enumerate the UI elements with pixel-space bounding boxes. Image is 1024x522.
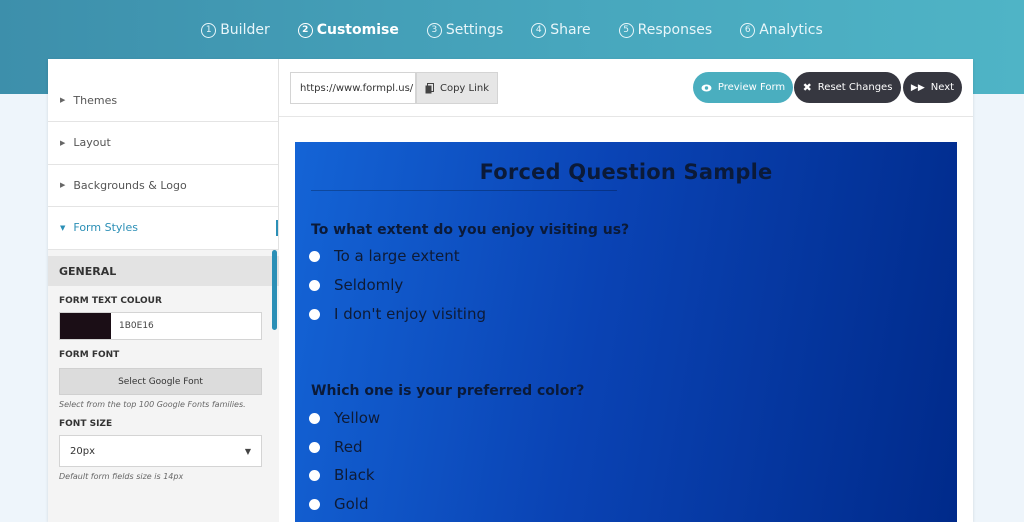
title-divider <box>311 190 617 191</box>
sidebar-item-label: Backgrounds & Logo <box>73 178 187 192</box>
sidebar-item-themes[interactable]: ▶ Themes <box>48 59 278 122</box>
sidebar-item-backgrounds-logo[interactable]: ▶ Backgrounds & Logo <box>48 165 278 207</box>
colour-swatch[interactable] <box>60 313 111 339</box>
caret-down-icon: ▼ <box>60 223 66 232</box>
preview-form-button[interactable]: Preview Form <box>693 72 793 103</box>
text-colour-picker[interactable]: 1B0E16 <box>59 312 262 340</box>
close-icon: ✖ <box>802 81 812 94</box>
step-share[interactable]: 4 Share <box>531 22 591 38</box>
font-size-hint: Default form fields size is 14px <box>59 472 184 481</box>
step-nav: 1 Builder 2 Customise 3 Settings 4 Share 5 Re… <box>0 22 1024 38</box>
colour-hex-value: 1B0E16 <box>119 321 154 331</box>
editor-card: ▶ Themes ▶ Layout ▶ Backgrounds & Logo ▼ For… <box>48 59 973 522</box>
fast-forward-icon: ▶▶ <box>910 82 925 93</box>
step-label: Responses <box>637 22 713 38</box>
font-size-label: FONT SIZE <box>59 419 113 429</box>
sidebar-item-label: Layout <box>73 136 111 150</box>
radio-button[interactable] <box>309 498 320 510</box>
caret-right-icon: ▶ <box>60 181 66 190</box>
question-1: To what extent do you enjoy visiting us? <box>311 222 630 238</box>
customise-sidebar: ▶ Themes ▶ Layout ▶ Backgrounds & Logo ▼ For… <box>48 59 279 522</box>
step-label: Analytics <box>759 22 823 38</box>
font-size-value: 20px <box>70 445 95 457</box>
form-styles-panel: GENERAL FORM TEXT COLOUR 1B0E16 FORM FON… <box>48 250 279 522</box>
radio-button[interactable] <box>309 469 320 481</box>
option-label: Seldomly <box>334 276 404 294</box>
radio-option[interactable]: Seldomly <box>309 276 403 294</box>
step-number: 4 <box>531 22 547 38</box>
preview-form-label: Preview Form <box>717 82 786 93</box>
step-label: Share <box>550 22 591 38</box>
next-label: Next <box>930 82 955 93</box>
caret-right-icon: ▶ <box>60 96 66 104</box>
step-builder[interactable]: 1 Builder <box>201 22 270 38</box>
eye-icon <box>701 84 712 91</box>
option-label: Red <box>334 438 363 456</box>
sidebar-item-layout[interactable]: ▶ Layout <box>48 122 278 165</box>
form-title: Forced Question Sample <box>479 160 773 184</box>
option-label: I don't enjoy visiting <box>334 305 486 323</box>
radio-option[interactable]: To a large extent <box>309 247 460 265</box>
sidebar-item-form-styles[interactable]: ▼ Form Styles <box>48 207 278 250</box>
preview-toolbar: https://www.formpl.us/ Copy Link Preview… <box>279 59 973 117</box>
form-preview: Forced Question Sample To what extent do… <box>295 142 957 522</box>
general-heading: GENERAL <box>48 256 279 286</box>
select-google-font-button[interactable]: Select Google Font <box>59 368 262 395</box>
copy-link-button[interactable]: Copy Link <box>416 72 498 104</box>
option-label: To a large extent <box>334 247 460 265</box>
radio-button[interactable] <box>309 279 320 291</box>
form-url-field[interactable]: https://www.formpl.us/ <box>290 72 416 104</box>
question-2: Which one is your preferred color? <box>311 383 585 399</box>
step-customise[interactable]: 2 Customise <box>297 22 399 38</box>
option-label: Yellow <box>334 409 381 427</box>
font-size-select[interactable]: 20px ▼ <box>59 435 262 467</box>
step-number: 2 <box>297 22 313 38</box>
option-label: Gold <box>334 495 369 513</box>
option-label: Black <box>334 466 375 484</box>
radio-button[interactable] <box>309 441 320 453</box>
text-colour-label: FORM TEXT COLOUR <box>59 296 162 306</box>
copy-icon <box>425 82 434 93</box>
step-settings[interactable]: 3 Settings <box>426 22 504 38</box>
chevron-down-icon: ▼ <box>244 446 251 456</box>
radio-button[interactable] <box>309 412 320 424</box>
preview-area: https://www.formpl.us/ Copy Link Preview… <box>279 59 973 522</box>
form-font-label: FORM FONT <box>59 350 120 360</box>
radio-option[interactable]: Red <box>309 438 363 456</box>
step-label: Settings <box>445 22 504 38</box>
step-number: 3 <box>426 22 442 38</box>
copy-link-label: Copy Link <box>439 82 490 94</box>
step-responses[interactable]: 5 Responses <box>618 22 713 38</box>
radio-button[interactable] <box>309 250 320 262</box>
sidebar-item-label: Themes <box>73 93 118 107</box>
reset-changes-label: Reset Changes <box>817 82 893 93</box>
step-number: 5 <box>618 22 634 38</box>
font-hint: Select from the top 100 Google Fonts fam… <box>59 400 246 409</box>
caret-right-icon: ▶ <box>60 138 66 147</box>
radio-option[interactable]: Gold <box>309 495 369 513</box>
step-number: 6 <box>740 22 756 38</box>
step-label: Customise <box>316 22 399 38</box>
next-button[interactable]: ▶▶ Next <box>903 72 962 103</box>
radio-option[interactable]: Yellow <box>309 409 380 427</box>
sidebar-item-label: Form Styles <box>73 221 138 235</box>
radio-option[interactable]: I don't enjoy visiting <box>309 305 486 323</box>
reset-changes-button[interactable]: ✖ Reset Changes <box>794 72 901 103</box>
sidebar-scrollbar[interactable] <box>272 250 277 330</box>
radio-button[interactable] <box>309 308 320 320</box>
step-number: 1 <box>201 22 217 38</box>
step-label: Builder <box>220 22 270 38</box>
step-analytics[interactable]: 6 Analytics <box>740 22 823 38</box>
radio-option[interactable]: Black <box>309 466 375 484</box>
